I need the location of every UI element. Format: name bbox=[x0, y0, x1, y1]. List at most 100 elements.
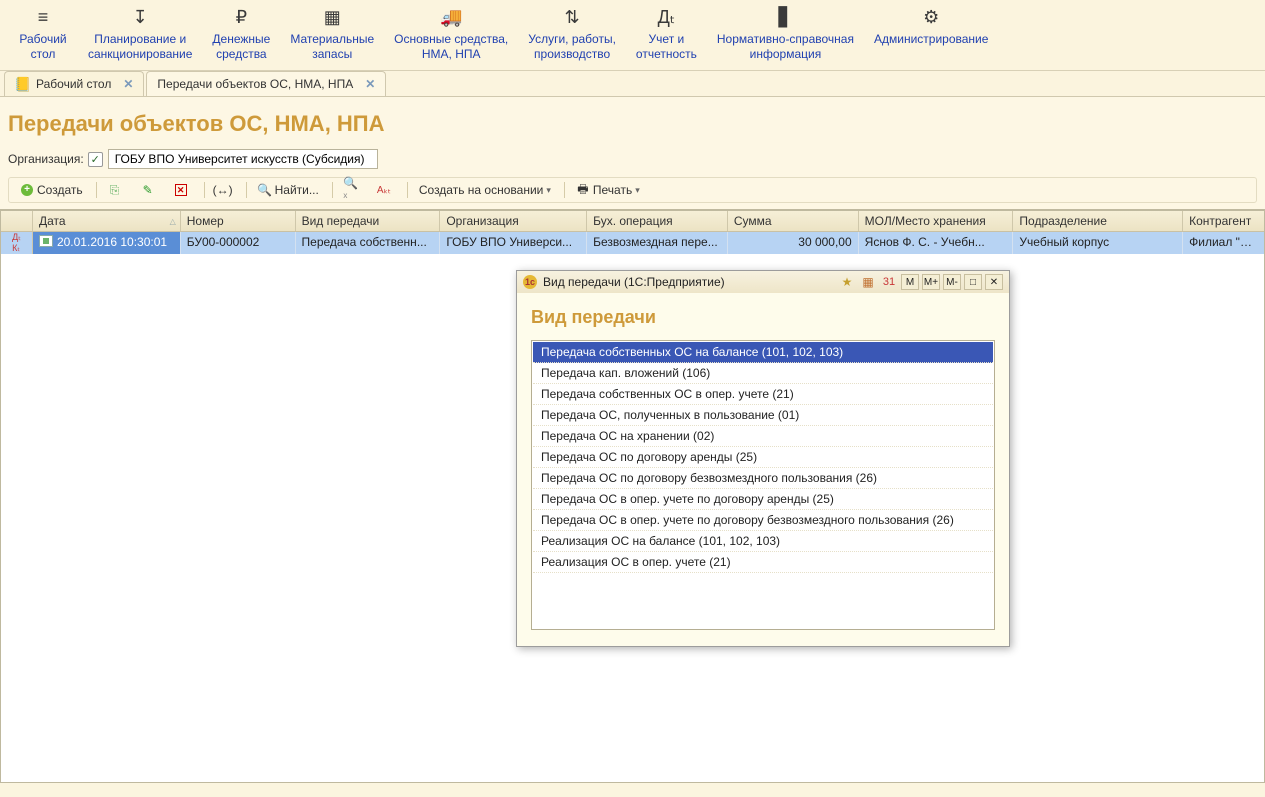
list-item[interactable]: Передача ОС на хранении (02) bbox=[533, 426, 993, 447]
ruble-icon: ₽ bbox=[230, 6, 252, 28]
nav-services[interactable]: ⇅ Услуги, работы, производство bbox=[518, 4, 626, 64]
move-button[interactable]: (↔) bbox=[209, 180, 240, 200]
toolbar: + Создать ⎘ ✎ ✕ (↔) 🔍 Найти... 🔍ˣ Aₖₜ Со… bbox=[8, 177, 1257, 203]
filter-row: Организация: ✓ bbox=[8, 149, 1257, 169]
nav-label: Нормативно-справочная информация bbox=[717, 32, 854, 62]
close-icon[interactable]: ✕ bbox=[123, 77, 133, 91]
dialog-titlebar[interactable]: 1c Вид передачи (1С:Предприятие) ★ ▦ 31 … bbox=[517, 271, 1009, 293]
row-dtkt-icon: ДₜКₜ bbox=[1, 232, 33, 254]
list-item[interactable]: Реализация ОС в опер. учете (21) bbox=[533, 552, 993, 573]
cell-sum: 30 000,00 bbox=[728, 232, 859, 254]
clear-filter-button[interactable]: 🔍ˣ bbox=[337, 180, 368, 200]
button-label: Печать bbox=[593, 183, 632, 197]
separator bbox=[332, 182, 333, 198]
cell-date: 20.01.2016 10:30:01 bbox=[33, 232, 181, 254]
tab-label: Рабочий стол bbox=[36, 77, 111, 91]
col-dept[interactable]: Подразделение bbox=[1013, 211, 1183, 231]
print-button[interactable]: 🖶 Печать bbox=[569, 180, 647, 200]
main-nav: ≡ Рабочий стол ↧ Планирование и санкцион… bbox=[0, 0, 1265, 71]
col-date[interactable]: Дата bbox=[33, 211, 181, 231]
maximize-button[interactable]: □ bbox=[964, 274, 982, 290]
col-type[interactable]: Вид передачи bbox=[296, 211, 441, 231]
nav-label: Планирование и санкционирование bbox=[88, 32, 192, 62]
tab-transfers[interactable]: Передачи объектов ОС, НМА, НПА ✕ bbox=[146, 71, 386, 96]
copy-button[interactable]: ⎘ bbox=[101, 180, 132, 200]
nav-label: Учет и отчетность bbox=[636, 32, 697, 62]
hamburger-icon: ≡ bbox=[32, 6, 54, 28]
col-sum[interactable]: Сумма bbox=[728, 211, 859, 231]
grid-header: Дата Номер Вид передачи Организация Бух.… bbox=[1, 211, 1264, 232]
nav-label: Услуги, работы, производство bbox=[528, 32, 616, 62]
close-icon[interactable]: ✕ bbox=[365, 77, 375, 91]
calendar-icon bbox=[39, 235, 53, 247]
list-item[interactable]: Передача ОС, полученных в пользование (0… bbox=[533, 405, 993, 426]
list-item[interactable]: Передача кап. вложений (106) bbox=[533, 363, 993, 384]
cell-mol: Яснов Ф. С. - Учебн... bbox=[859, 232, 1014, 254]
delete-button[interactable]: ✕ bbox=[167, 180, 198, 200]
nav-reference[interactable]: ▋ Нормативно-справочная информация bbox=[707, 4, 864, 64]
favorite-icon[interactable]: ★ bbox=[838, 274, 856, 290]
memory-mplus-button[interactable]: M+ bbox=[922, 274, 940, 290]
col-contr[interactable]: Контрагент bbox=[1183, 211, 1264, 231]
dialog-tools: ★ ▦ 31 M M+ M- □ ✕ bbox=[838, 274, 1003, 290]
col-number[interactable]: Номер bbox=[181, 211, 296, 231]
button-label: Создать на основании bbox=[419, 183, 544, 197]
nav-admin[interactable]: ⚙ Администрирование bbox=[864, 4, 998, 64]
separator bbox=[246, 182, 247, 198]
memory-mminus-button[interactable]: M- bbox=[943, 274, 961, 290]
dialog-heading: Вид передачи bbox=[531, 307, 995, 328]
truck-icon: 🚚 bbox=[440, 6, 462, 28]
nav-label: Денежные средства bbox=[212, 32, 270, 62]
cell-contr: Филиал "Универс... bbox=[1183, 232, 1264, 254]
create-based-on-button[interactable]: Создать на основании bbox=[412, 180, 558, 200]
table-row[interactable]: ДₜКₜ 20.01.2016 10:30:01 БУ00-000002 Пер… bbox=[1, 232, 1264, 254]
transfer-type-listbox[interactable]: Передача собственных ОС на балансе (101,… bbox=[531, 340, 995, 630]
printer-icon: 🖶 bbox=[576, 183, 590, 197]
list-item[interactable]: Передача ОС в опер. учете по договору ар… bbox=[533, 489, 993, 510]
gear-icon: ⚙ bbox=[920, 6, 942, 28]
calc-icon[interactable]: ▦ bbox=[859, 274, 877, 290]
document-icon: ▋ bbox=[774, 6, 796, 28]
list-item[interactable]: Передача ОС по договору безвозмездного п… bbox=[533, 468, 993, 489]
memory-m-button[interactable]: M bbox=[901, 274, 919, 290]
dialog-body: Вид передачи Передача собственных ОС на … bbox=[517, 293, 1009, 646]
nav-label: Администрирование bbox=[874, 32, 988, 47]
clear-icon: 🔍ˣ bbox=[344, 183, 358, 197]
list-item[interactable]: Передача собственных ОС в опер. учете (2… bbox=[533, 384, 993, 405]
updown-icon: ⇅ bbox=[561, 6, 583, 28]
list-item[interactable]: Передача ОС по договору аренды (25) bbox=[533, 447, 993, 468]
tab-desktop[interactable]: 📒 Рабочий стол ✕ bbox=[4, 71, 144, 96]
list-item[interactable]: Реализация ОС на балансе (101, 102, 103) bbox=[533, 531, 993, 552]
cell-type: Передача собственн... bbox=[296, 232, 441, 254]
search-icon: 🔍 bbox=[258, 183, 272, 197]
dialog-title-text: Вид передачи (1С:Предприятие) bbox=[543, 275, 838, 289]
col-mark[interactable] bbox=[1, 211, 33, 231]
nav-fixed-assets[interactable]: 🚚 Основные средства, НМА, НПА bbox=[384, 4, 518, 64]
nav-inventory[interactable]: ▦ Материальные запасы bbox=[280, 4, 384, 64]
col-acct-op[interactable]: Бух. операция bbox=[587, 211, 728, 231]
app-1c-icon: 1c bbox=[523, 275, 537, 289]
tabs-bar: 📒 Рабочий стол ✕ Передачи объектов ОС, Н… bbox=[0, 71, 1265, 97]
create-button[interactable]: + Создать bbox=[13, 180, 90, 200]
separator bbox=[96, 182, 97, 198]
filter-checkbox[interactable]: ✓ bbox=[88, 152, 103, 167]
arrows-icon: (↔) bbox=[216, 183, 230, 197]
org-input[interactable] bbox=[108, 149, 378, 169]
pencil-icon: ✎ bbox=[141, 183, 155, 197]
nav-cash[interactable]: ₽ Денежные средства bbox=[202, 4, 280, 64]
nav-label: Материальные запасы bbox=[290, 32, 374, 62]
edit-button[interactable]: ✎ bbox=[134, 180, 165, 200]
list-item[interactable]: Передача собственных ОС на балансе (101,… bbox=[533, 342, 993, 363]
close-button[interactable]: ✕ bbox=[985, 274, 1003, 290]
col-mol[interactable]: МОЛ/Место хранения bbox=[859, 211, 1014, 231]
tab-label: Передачи объектов ОС, НМА, НПА bbox=[157, 77, 353, 91]
nav-planning[interactable]: ↧ Планирование и санкционирование bbox=[78, 4, 202, 64]
nav-accounting[interactable]: Дₜ Учет и отчетность bbox=[626, 4, 707, 64]
col-org[interactable]: Организация bbox=[440, 211, 587, 231]
desk-icon: 📒 bbox=[15, 76, 31, 92]
dtkt-button[interactable]: Aₖₜ bbox=[370, 180, 401, 200]
calendar-icon[interactable]: 31 bbox=[880, 274, 898, 290]
find-button[interactable]: 🔍 Найти... bbox=[251, 180, 326, 200]
nav-desktop[interactable]: ≡ Рабочий стол bbox=[8, 4, 78, 64]
list-item[interactable]: Передача ОС в опер. учете по договору бе… bbox=[533, 510, 993, 531]
